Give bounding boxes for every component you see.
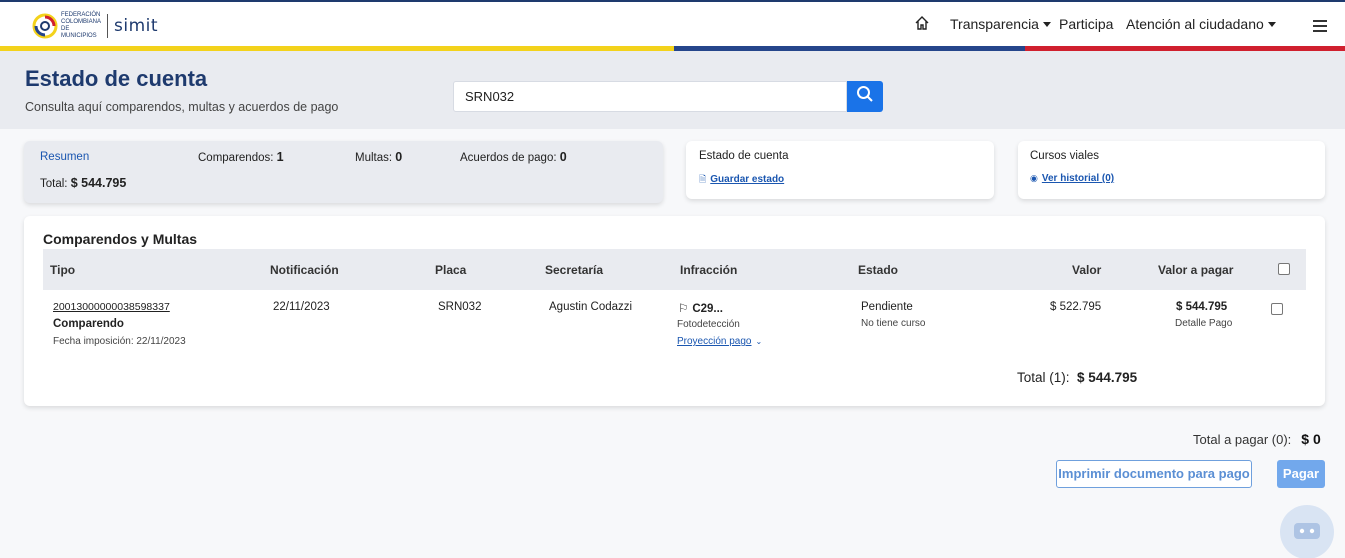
summary-card: Resumen Comparendos: 1 Multas: 0 Acuerdo… bbox=[24, 141, 663, 203]
summary-title: Resumen bbox=[40, 151, 90, 163]
chevron-down-icon: ⌄ bbox=[755, 337, 763, 346]
page-title: Estado de cuenta bbox=[25, 66, 208, 91]
logo[interactable]: Federación Colombiana de Municipios simi… bbox=[32, 10, 158, 42]
row-estado-sub: No tiene curso bbox=[861, 318, 926, 329]
multas-count: Multas: 0 bbox=[355, 150, 403, 164]
col-valor-pagar: Valor a pagar bbox=[1158, 263, 1234, 277]
cursos-card-title: Cursos viales bbox=[1030, 150, 1100, 162]
flag-icon: ⚐ bbox=[678, 303, 689, 315]
search-input[interactable]: SRN032 bbox=[453, 81, 847, 112]
row-secretaria: Agustin Codazzi bbox=[549, 301, 633, 313]
nav-transparencia-label: Transparencia bbox=[950, 16, 1039, 32]
site-header: Federación Colombiana de Municipios simi… bbox=[0, 2, 1345, 46]
pay-button[interactable]: Pagar bbox=[1277, 460, 1325, 488]
nav-participa[interactable]: Participa bbox=[1059, 2, 1113, 46]
comparendos-count: Comparendos: 1 bbox=[198, 150, 284, 164]
comparendos-table-card: Comparendos y Multas Tipo Notificación P… bbox=[24, 216, 1325, 406]
estado-cuenta-card: Estado de cuenta 🗎 Guardar estado bbox=[686, 141, 994, 199]
proyeccion-pago-link[interactable]: Proyección pago ⌄ bbox=[677, 335, 762, 347]
menu-icon[interactable] bbox=[1313, 20, 1327, 35]
table-header: Tipo Notificación Placa Secretaría Infra… bbox=[43, 249, 1306, 290]
row-valor: $ 522.795 bbox=[1050, 301, 1102, 313]
logo-text: Federación Colombiana de Municipios bbox=[61, 12, 101, 39]
cursos-viales-card: Cursos viales ◉ Ver historial (0) bbox=[1018, 141, 1325, 199]
summary-total: Total: $ 544.795 bbox=[40, 176, 127, 190]
comparendo-number-link[interactable]: 20013000000038598337 bbox=[53, 301, 170, 313]
row-notificacion: 22/11/2023 bbox=[273, 301, 330, 313]
nav-home[interactable] bbox=[914, 2, 930, 46]
col-estado: Estado bbox=[858, 263, 899, 277]
row-tipo: Comparendo bbox=[53, 318, 124, 330]
col-secretaria: Secretaría bbox=[545, 263, 604, 277]
row-estado: Pendiente bbox=[861, 301, 913, 313]
ver-historial-link[interactable]: ◉ Ver historial (0) bbox=[1030, 172, 1114, 184]
search-button[interactable] bbox=[847, 81, 883, 112]
detalle-pago-link[interactable]: Detalle Pago bbox=[1175, 318, 1232, 329]
col-notificacion: Notificación bbox=[270, 263, 339, 277]
chevron-down-icon bbox=[1267, 21, 1276, 27]
estado-card-title: Estado de cuenta bbox=[699, 150, 789, 162]
row-fecha-imposicion: Fecha imposición: 22/11/2023 bbox=[53, 336, 186, 347]
acuerdos-count: Acuerdos de pago: 0 bbox=[460, 150, 567, 164]
hero-section: Estado de cuenta Consulta aquí comparend… bbox=[0, 51, 1345, 129]
search-icon bbox=[856, 85, 874, 108]
table-title: Comparendos y Multas bbox=[43, 231, 198, 247]
print-document-button[interactable]: Imprimir documento para pago bbox=[1056, 460, 1252, 488]
select-all-checkbox[interactable] bbox=[1278, 263, 1290, 275]
document-icon: 🗎 bbox=[699, 174, 707, 184]
eye-icon: ◉ bbox=[1030, 173, 1038, 183]
chatbot-icon[interactable] bbox=[1280, 505, 1334, 558]
col-infraccion: Infracción bbox=[680, 263, 738, 277]
row-infraccion: ⚐ C29... bbox=[678, 303, 723, 315]
row-placa: SRN032 bbox=[438, 301, 482, 313]
nav-atencion-label: Atención al ciudadano bbox=[1126, 16, 1264, 32]
home-icon[interactable] bbox=[914, 15, 930, 34]
row-checkbox[interactable] bbox=[1271, 303, 1283, 315]
col-placa: Placa bbox=[435, 263, 467, 277]
table-total: Total (1): $ 544.795 bbox=[1017, 370, 1138, 385]
fcm-logo-icon bbox=[32, 13, 58, 39]
logo-divider bbox=[107, 14, 108, 38]
simit-logo: simit bbox=[114, 16, 159, 36]
col-valor: Valor bbox=[1072, 263, 1102, 277]
total-a-pagar: Total a pagar (0): $ 0 bbox=[1193, 431, 1321, 447]
guardar-estado-link[interactable]: 🗎 Guardar estado bbox=[699, 172, 784, 188]
chevron-down-icon bbox=[1042, 21, 1051, 27]
row-infraccion-tipo: Fotodetección bbox=[677, 319, 740, 330]
nav-atencion[interactable]: Atención al ciudadano bbox=[1126, 2, 1276, 46]
nav-participa-label: Participa bbox=[1059, 16, 1114, 32]
col-tipo: Tipo bbox=[50, 263, 76, 277]
row-valor-pagar: $ 544.795 bbox=[1176, 301, 1228, 313]
nav-transparencia[interactable]: Transparencia bbox=[950, 2, 1051, 46]
page-subtitle: Consulta aquí comparendos, multas y acue… bbox=[25, 100, 339, 114]
